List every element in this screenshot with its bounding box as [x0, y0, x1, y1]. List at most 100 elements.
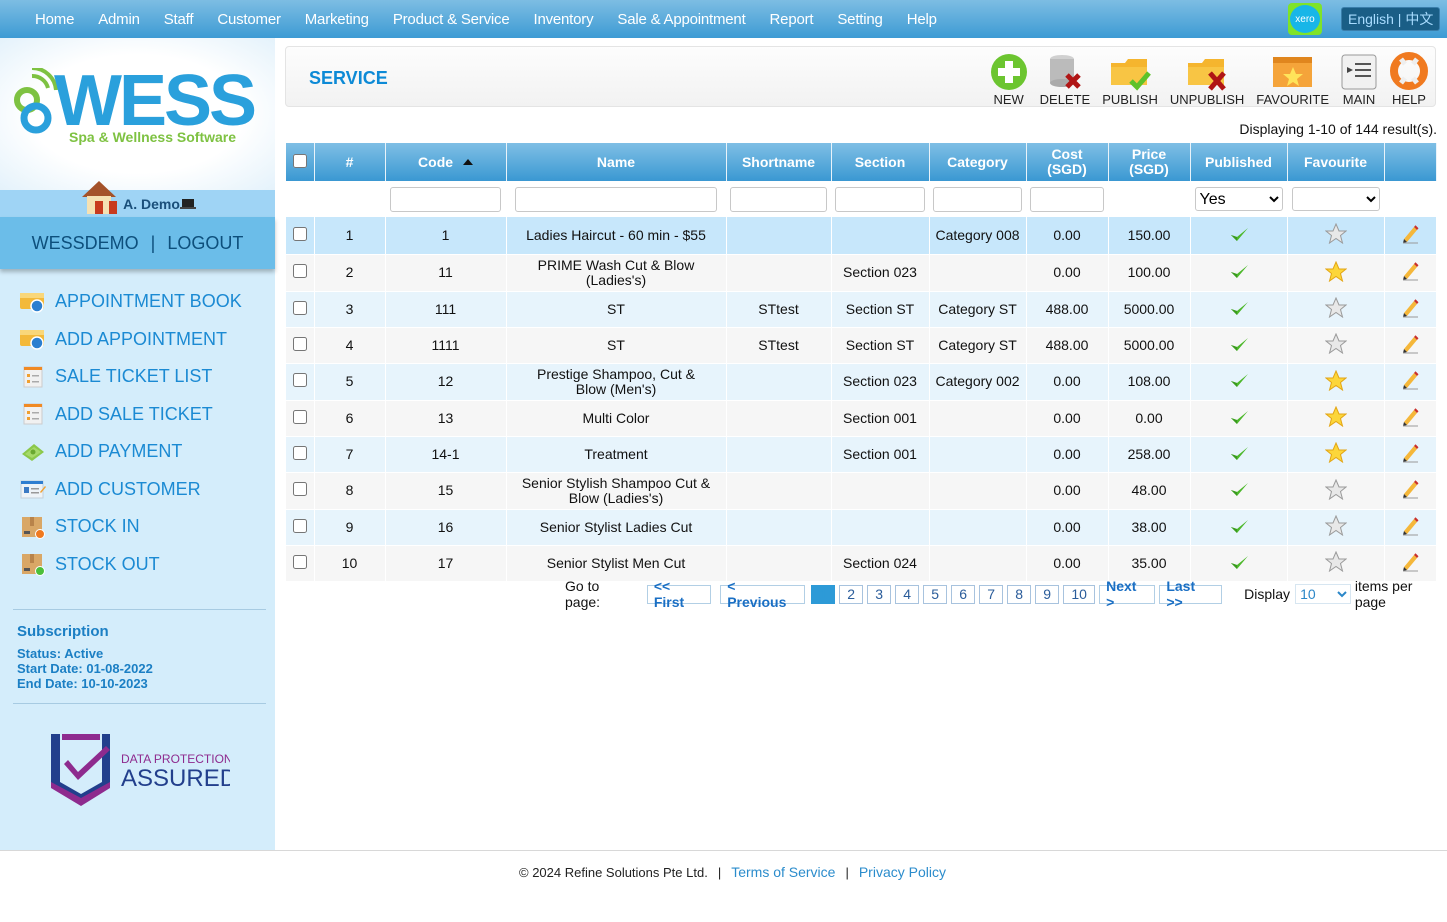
menu-add-customer[interactable]: ADD CUSTOMER [20, 471, 242, 509]
nav-inventory[interactable]: Inventory [521, 11, 605, 28]
cell-edit[interactable] [1384, 400, 1437, 437]
published-check-icon[interactable] [1229, 519, 1249, 538]
edit-pencil-icon[interactable] [1400, 225, 1420, 247]
cell-favourite[interactable] [1287, 254, 1385, 292]
unpublish-button[interactable]: UNPUBLISH [1170, 51, 1244, 107]
cell-edit[interactable] [1384, 327, 1437, 364]
last-page-button[interactable]: Last >> [1159, 578, 1223, 610]
cell-published[interactable] [1190, 327, 1288, 364]
menu-add-payment[interactable]: ADD PAYMENT [20, 433, 242, 471]
page-1-button[interactable]: 1 [811, 584, 836, 604]
table-row[interactable]: 9 16 Senior Stylist Ladies Cut 0.00 38.00 [286, 509, 1437, 546]
first-page-button[interactable]: << First [646, 578, 712, 610]
cell-edit[interactable] [1384, 363, 1437, 401]
terms-of-service-link[interactable]: Terms of Service [731, 864, 835, 880]
column-header-favourite[interactable]: Favourite [1287, 143, 1385, 181]
page-2-button[interactable]: 2 [839, 584, 864, 604]
row-checkbox[interactable] [292, 300, 307, 315]
star-filled-icon[interactable] [1324, 441, 1347, 466]
xero-button[interactable]: xero [1288, 3, 1322, 35]
cell-edit[interactable] [1384, 545, 1437, 582]
table-row[interactable]: 3 111 ST STtest Section ST Category ST 488.00 5… [286, 291, 1437, 328]
published-check-icon[interactable] [1229, 337, 1249, 356]
home-icon[interactable] [79, 179, 119, 215]
cell-favourite[interactable] [1287, 509, 1385, 546]
star-empty-icon[interactable] [1324, 550, 1347, 575]
new-button[interactable]: NEW [990, 51, 1028, 107]
edit-pencil-icon[interactable] [1400, 443, 1420, 466]
column-header-name[interactable]: Name [506, 143, 727, 181]
cost-filter-input[interactable] [1030, 186, 1104, 212]
cell-edit[interactable] [1384, 291, 1437, 328]
star-filled-icon[interactable] [1324, 369, 1347, 394]
row-checkbox[interactable] [292, 373, 307, 387]
cell-published[interactable] [1190, 436, 1288, 473]
cell-favourite[interactable] [1287, 217, 1385, 255]
favourite-filter-select[interactable] [1291, 187, 1380, 211]
published-check-icon[interactable] [1229, 555, 1249, 574]
cell-favourite[interactable] [1287, 291, 1385, 328]
column-header-code[interactable]: Code [385, 143, 507, 181]
menu-sale-ticket-list[interactable]: SALE TICKET LIST [20, 358, 242, 396]
main-button[interactable]: MAIN [1341, 51, 1377, 107]
cell-edit[interactable] [1384, 436, 1437, 473]
page-4-button[interactable]: 4 [895, 584, 920, 604]
next-page-button[interactable]: Next > [1099, 578, 1156, 610]
cell-favourite[interactable] [1287, 436, 1385, 473]
row-checkbox[interactable] [292, 336, 307, 351]
page-7-button[interactable]: 7 [979, 584, 1004, 604]
star-filled-icon[interactable] [1324, 405, 1347, 430]
cell-published[interactable] [1190, 472, 1288, 510]
row-checkbox[interactable] [292, 264, 307, 278]
table-row[interactable]: 10 17 Senior Stylist Men Cut Section 024 0.0… [286, 545, 1437, 582]
star-empty-icon[interactable] [1324, 478, 1347, 503]
cell-published[interactable] [1190, 400, 1288, 437]
table-row[interactable]: 5 12 Prestige Shampoo, Cut & Blow (Men's) S… [286, 363, 1437, 401]
menu-stock-out[interactable]: STOCK OUT [20, 546, 242, 584]
page-6-button[interactable]: 6 [951, 584, 976, 604]
column-header-shortname[interactable]: Shortname [726, 143, 832, 181]
nav-home[interactable]: Home [23, 11, 86, 28]
row-checkbox[interactable] [292, 482, 307, 496]
privacy-policy-link[interactable]: Privacy Policy [859, 864, 946, 880]
cell-edit[interactable] [1384, 217, 1437, 255]
star-filled-icon[interactable] [1324, 260, 1347, 285]
table-row[interactable]: 1 1 Ladies Haircut - 60 min - $55 Category … [286, 217, 1437, 255]
menu-stock-in[interactable]: STOCK IN [20, 508, 242, 546]
cell-edit[interactable] [1384, 472, 1437, 510]
cell-favourite[interactable] [1287, 400, 1385, 437]
nav-help[interactable]: Help [895, 11, 949, 28]
cell-edit[interactable] [1384, 254, 1437, 292]
star-empty-icon[interactable] [1324, 222, 1347, 247]
page-8-button[interactable]: 8 [1007, 584, 1032, 604]
table-row[interactable]: 7 14-1 Treatment Section 001 0.00 258.00 [286, 436, 1437, 473]
cell-published[interactable] [1190, 545, 1288, 582]
page-3-button[interactable]: 3 [867, 584, 892, 604]
edit-pencil-icon[interactable] [1400, 480, 1420, 502]
nav-sale-appointment[interactable]: Sale & Appointment [605, 11, 757, 28]
delete-button[interactable]: DELETE [1040, 51, 1090, 107]
cell-published[interactable] [1190, 363, 1288, 401]
column-header-published[interactable]: Published [1190, 143, 1288, 181]
table-row[interactable]: 4 1111 ST STtest Section ST Category ST 488.00… [286, 327, 1437, 364]
cell-published[interactable] [1190, 217, 1288, 255]
edit-pencil-icon[interactable] [1400, 298, 1420, 321]
cell-published[interactable] [1190, 254, 1288, 292]
row-checkbox[interactable] [292, 445, 307, 460]
published-check-icon[interactable] [1229, 446, 1249, 465]
edit-pencil-icon[interactable] [1400, 552, 1420, 575]
name-filter-input[interactable] [514, 186, 718, 212]
menu-add-sale-ticket[interactable]: ADD SALE TICKET [20, 396, 242, 434]
account-link[interactable]: WESSDEMO [32, 233, 139, 254]
select-all-checkbox[interactable] [292, 153, 307, 168]
row-checkbox[interactable] [292, 518, 307, 533]
row-checkbox[interactable] [292, 554, 307, 569]
star-empty-icon[interactable] [1324, 332, 1347, 357]
table-row[interactable]: 6 13 Multi Color Section 001 0.00 0.00 [286, 400, 1437, 437]
cell-favourite[interactable] [1287, 327, 1385, 364]
edit-pencil-icon[interactable] [1400, 516, 1420, 539]
column-header-price[interactable]: Price (SGD) [1108, 143, 1191, 181]
published-check-icon[interactable] [1229, 374, 1249, 392]
published-check-icon[interactable] [1229, 301, 1249, 320]
section-filter-input[interactable] [834, 186, 926, 212]
